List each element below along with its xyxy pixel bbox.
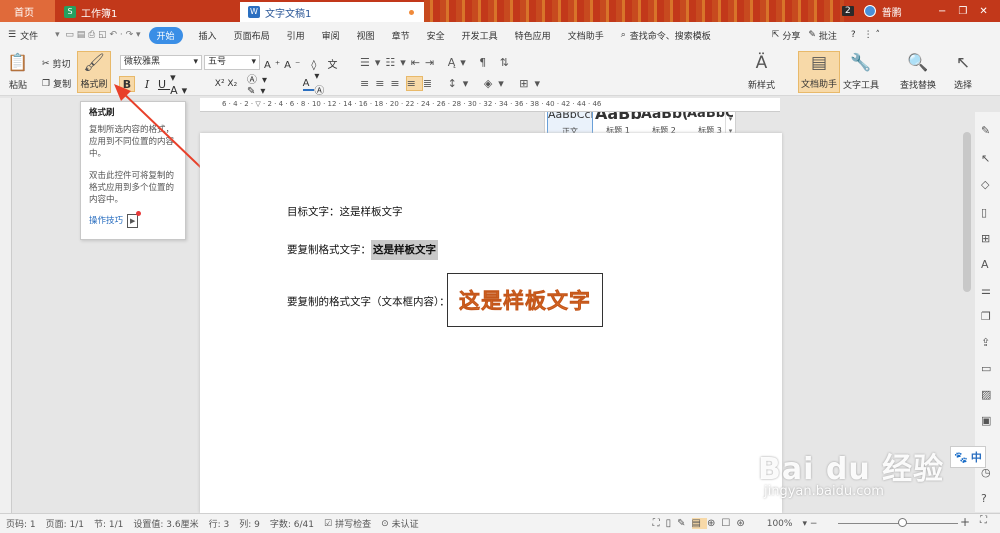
watermark-logo: Bai du 经验 — [758, 452, 945, 487]
certificate-icon: ⊙ — [381, 518, 389, 529]
zoom-slider-knob[interactable] — [898, 518, 907, 527]
wordart-text[interactable]: 这是样板文字 — [459, 285, 591, 315]
textbox-format-label[interactable]: 要复制的格式文字（文本框内容）： — [287, 294, 450, 309]
certification-status[interactable]: 未认证 — [392, 517, 419, 530]
source-format-line[interactable]: 要复制格式文字： 这是样板文字 — [287, 240, 438, 260]
shape-icon[interactable]: ◇ — [981, 178, 989, 191]
clipboard-side-icon[interactable]: ▣ — [981, 414, 991, 427]
image-icon[interactable]: ▨ — [981, 388, 991, 401]
status-word-count[interactable]: 字数: 6/41 — [270, 517, 314, 530]
spell-check-icon: ☑ — [323, 518, 333, 529]
sliders-icon[interactable]: ⚌ — [981, 284, 991, 297]
view-mode-icons[interactable]: ⛶▯✎▤⊕☐⊛ — [653, 518, 751, 529]
paw-icon: 🐾 — [954, 450, 968, 464]
share-doc-icon[interactable]: ⇪ — [981, 336, 990, 349]
zoom-in-icon[interactable]: + — [960, 515, 970, 529]
document-icon[interactable]: ▯ — [981, 206, 987, 219]
pointer-icon[interactable]: ↖ — [981, 152, 990, 165]
baidu-watermark: Bai du 经验 jingyan.baidu.com — [758, 436, 948, 506]
horizontal-ruler: 6 · 4 · 2 · ▽ · 2 · 4 · 6 · 8 · 10 · 12 … — [200, 98, 780, 112]
status-pages: 页面: 1/1 — [45, 520, 85, 530]
vertical-ruler — [0, 98, 12, 513]
status-section: 节: 1/1 — [94, 520, 124, 530]
status-column: 列: 9 — [239, 520, 260, 530]
source-format-label: 要复制格式文字： — [287, 244, 371, 256]
watermark-url: jingyan.baidu.com — [764, 484, 884, 499]
zoom-level[interactable]: 100% — [767, 519, 793, 529]
scrollbar-thumb[interactable] — [963, 132, 971, 292]
help-side-icon[interactable]: ? — [981, 492, 987, 505]
ime-indicator[interactable]: 🐾 中 — [950, 446, 986, 468]
spell-check-button[interactable]: 拼写检查 — [335, 517, 371, 530]
status-row: 行: 3 — [208, 520, 230, 530]
status-setting: 设置值: 3.6厘米 — [133, 520, 199, 530]
table-icon[interactable]: ⊞ — [981, 232, 990, 245]
pen-icon[interactable]: ✎ — [981, 124, 990, 137]
zoom-out-icon[interactable]: ▾ − — [802, 519, 817, 529]
ime-label: 中 — [970, 451, 982, 464]
target-text-line[interactable]: 目标文字：这是样板文字 — [287, 204, 403, 219]
copy-doc-icon[interactable]: ❐ — [981, 310, 991, 323]
selected-sample-text[interactable]: 这是样板文字 — [371, 240, 438, 260]
status-page-number: 页码: 1 — [6, 520, 36, 530]
fullscreen-icon[interactable]: ⛶ — [980, 515, 987, 526]
text-box[interactable]: 这是样板文字 — [447, 273, 603, 327]
text-icon[interactable]: A — [981, 258, 989, 271]
archive-icon[interactable]: ▭ — [981, 362, 991, 375]
